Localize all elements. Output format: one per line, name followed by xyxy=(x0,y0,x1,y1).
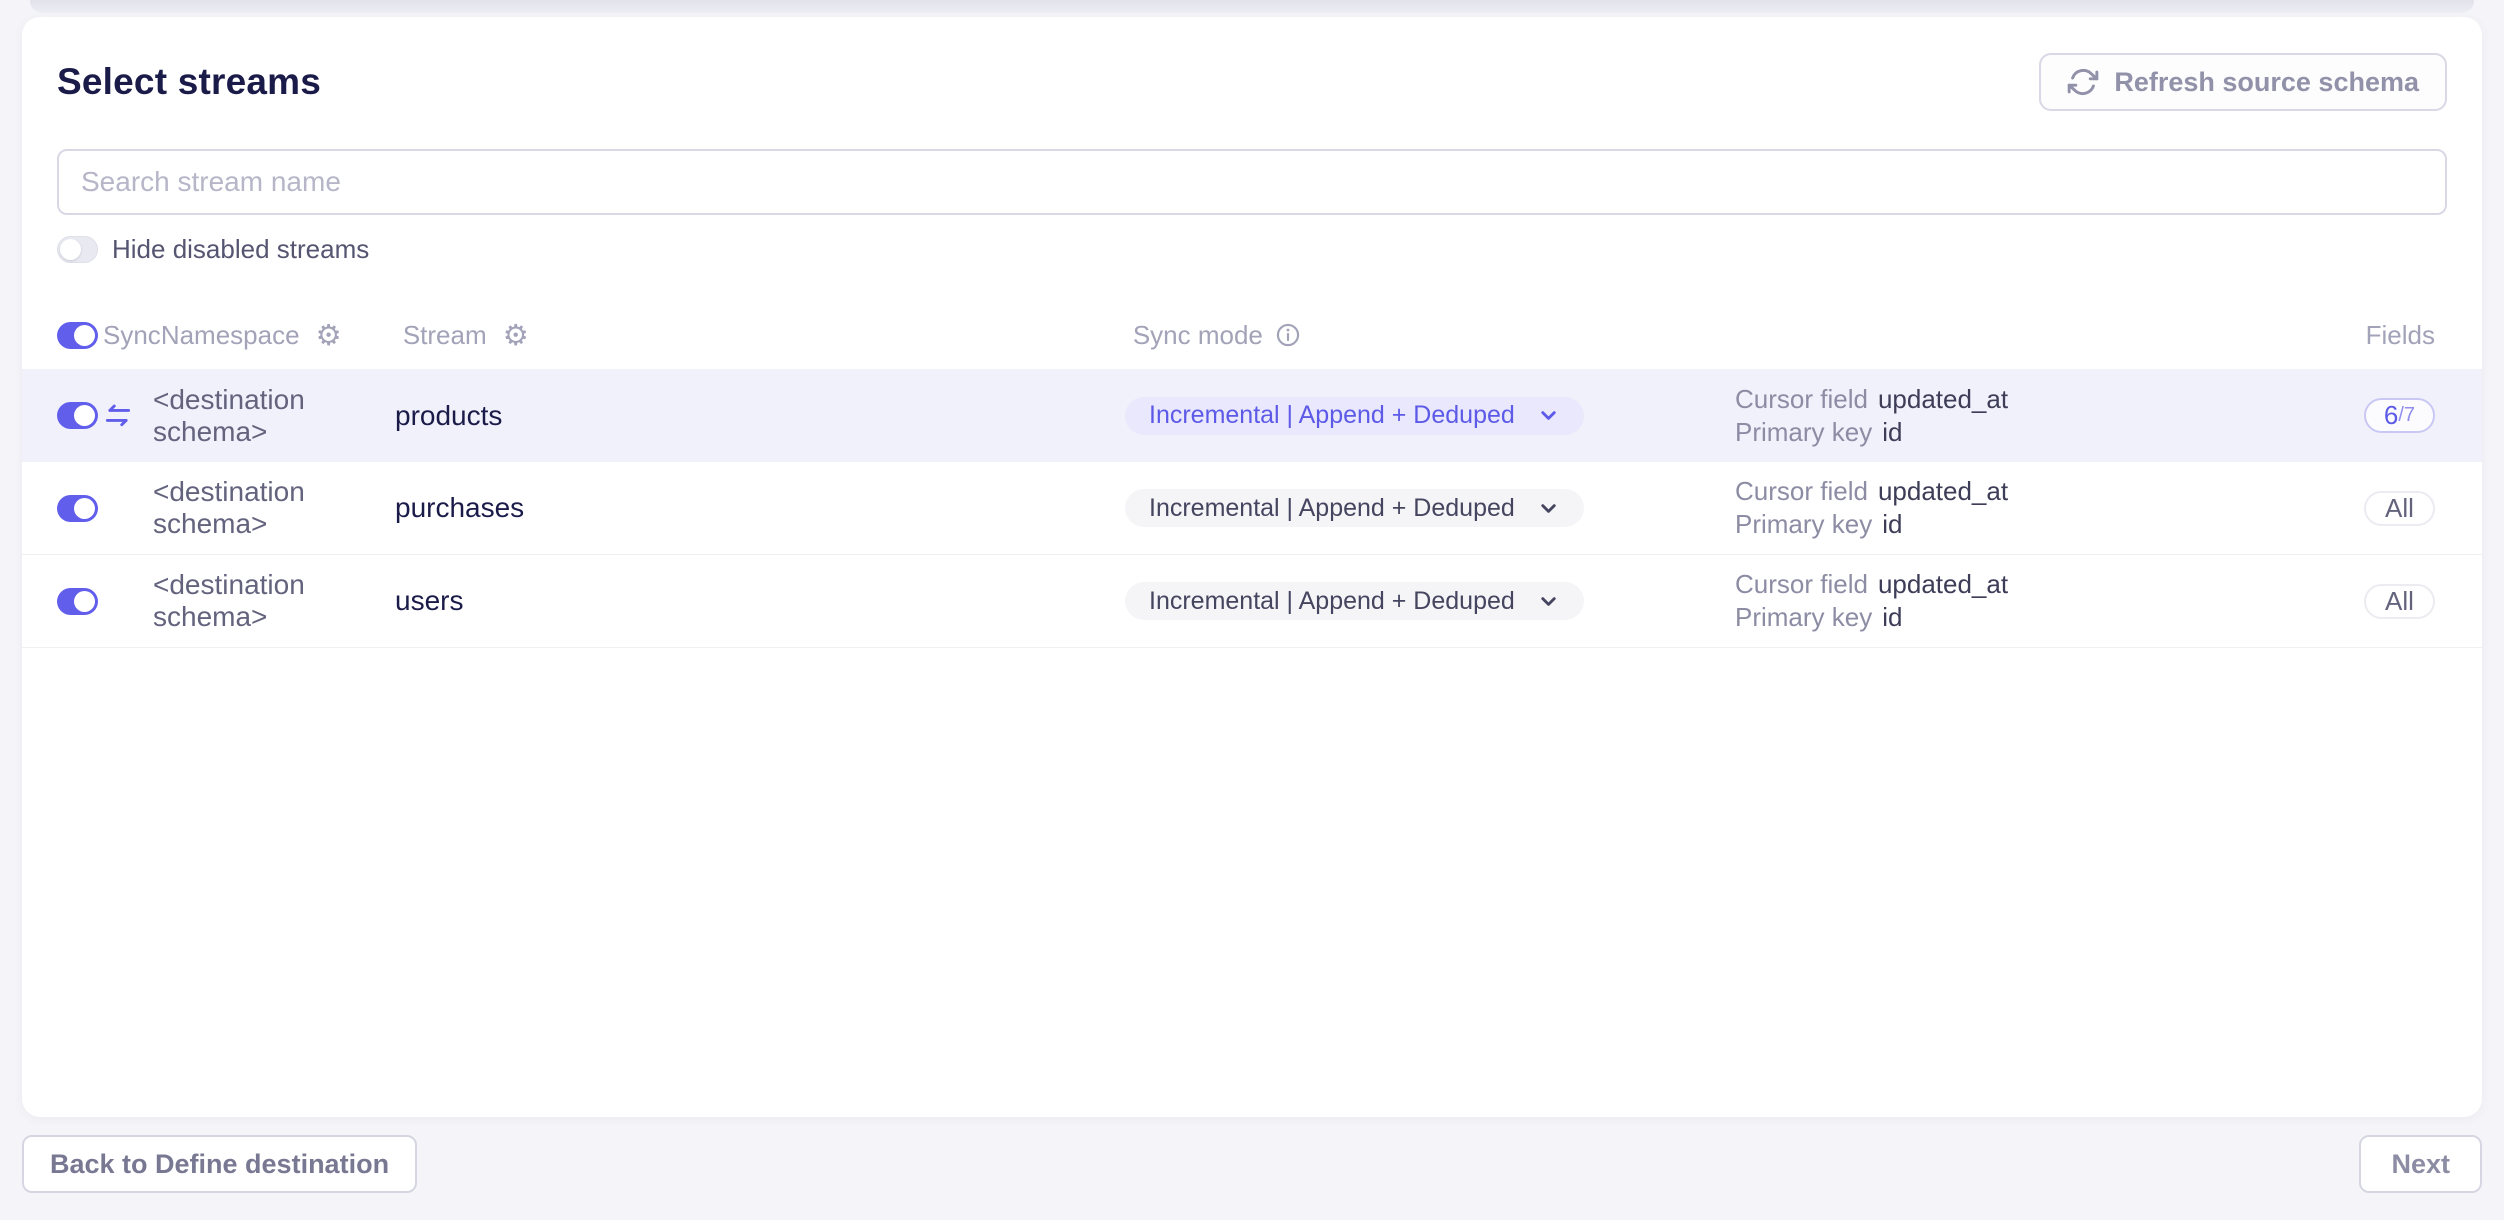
column-header-fields: Fields xyxy=(2366,320,2435,351)
select-streams-panel: Select streams Refresh source schema Hid… xyxy=(22,17,2482,1117)
stream-row-purchases[interactable]: <destination schema> purchases Increment… xyxy=(22,462,2482,555)
cursor-field-value: updated_at xyxy=(1878,569,2008,600)
toggle-knob xyxy=(60,239,81,260)
sync-mode-select[interactable]: Incremental | Append + Deduped xyxy=(1125,397,1584,435)
back-button[interactable]: Back to Define destination xyxy=(22,1135,417,1193)
cursor-field-label: Cursor field xyxy=(1735,476,1868,507)
stream-name: products xyxy=(395,400,502,432)
sync-direction-arrows-icon xyxy=(103,401,133,431)
sync-mode-value: Incremental | Append + Deduped xyxy=(1149,494,1515,523)
toggle-knob xyxy=(74,591,95,612)
hide-disabled-row: Hide disabled streams xyxy=(57,235,2447,263)
stream-sync-toggle[interactable] xyxy=(57,402,98,429)
sync-all-toggle[interactable] xyxy=(57,322,98,349)
sync-mode-value: Incremental | Append + Deduped xyxy=(1149,401,1515,430)
fields-selected-count: All xyxy=(2385,493,2414,524)
sync-mode-select[interactable]: Incremental | Append + Deduped xyxy=(1125,582,1584,620)
fields-selected-count: 6 xyxy=(2384,400,2398,431)
column-header-stream: Stream xyxy=(403,320,487,351)
primary-key-label: Primary key xyxy=(1735,602,1872,633)
primary-key-label: Primary key xyxy=(1735,417,1872,448)
fields-total-count: /7 xyxy=(2398,404,2415,427)
namespace-value: <destination schema> xyxy=(153,476,395,540)
cursor-field-label: Cursor field xyxy=(1735,384,1868,415)
primary-key-value: id xyxy=(1882,602,1902,633)
namespace-value: <destination schema> xyxy=(153,569,395,633)
chevron-down-icon xyxy=(1537,497,1560,520)
page-title: Select streams xyxy=(57,61,321,103)
panel-header: Select streams Refresh source schema xyxy=(57,17,2447,111)
fields-badge[interactable]: All xyxy=(2364,584,2435,619)
info-icon xyxy=(1275,322,1301,348)
stream-row-products[interactable]: <destination schema> products Incrementa… xyxy=(22,369,2482,462)
sync-mode-select[interactable]: Incremental | Append + Deduped xyxy=(1125,489,1584,527)
wizard-footer: Back to Define destination Next xyxy=(22,1135,2482,1193)
chevron-down-icon xyxy=(1537,590,1560,613)
column-header-sync: Sync xyxy=(103,320,161,351)
primary-key-value: id xyxy=(1882,417,1902,448)
stream-row-users[interactable]: <destination schema> users Incremental |… xyxy=(22,555,2482,648)
cursor-field-value: updated_at xyxy=(1878,476,2008,507)
refresh-button-label: Refresh source schema xyxy=(2114,67,2419,98)
toggle-knob xyxy=(74,325,95,346)
sync-mode-value: Incremental | Append + Deduped xyxy=(1149,587,1515,616)
column-header-sync-mode: Sync mode xyxy=(1133,320,1263,351)
fields-badge[interactable]: All xyxy=(2364,491,2435,526)
stream-sync-toggle[interactable] xyxy=(57,495,98,522)
table-header-row: Sync Namespace ⚙ Stream ⚙ Sync mode Fi xyxy=(22,301,2482,369)
previous-step-card-edge xyxy=(30,0,2474,13)
chevron-down-icon xyxy=(1537,404,1560,427)
namespace-settings-gear-icon[interactable]: ⚙ xyxy=(316,321,342,350)
toggle-knob xyxy=(74,498,95,519)
stream-name: purchases xyxy=(395,492,524,524)
streams-table: Sync Namespace ⚙ Stream ⚙ Sync mode Fi xyxy=(22,301,2482,648)
stream-name: users xyxy=(395,585,463,617)
fields-selected-count: All xyxy=(2385,586,2414,617)
stream-settings-gear-icon[interactable]: ⚙ xyxy=(503,321,529,350)
stream-sync-toggle[interactable] xyxy=(57,588,98,615)
toggle-knob xyxy=(74,405,95,426)
hide-disabled-label: Hide disabled streams xyxy=(112,234,369,265)
cursor-field-value: updated_at xyxy=(1878,384,2008,415)
primary-key-label: Primary key xyxy=(1735,509,1872,540)
hide-disabled-toggle[interactable] xyxy=(57,236,98,263)
refresh-icon xyxy=(2067,66,2099,98)
primary-key-value: id xyxy=(1882,509,1902,540)
refresh-source-schema-button[interactable]: Refresh source schema xyxy=(2039,53,2447,111)
cursor-field-label: Cursor field xyxy=(1735,569,1868,600)
fields-badge[interactable]: 6/7 xyxy=(2364,398,2435,433)
next-button[interactable]: Next xyxy=(2359,1135,2482,1193)
search-input[interactable] xyxy=(57,149,2447,215)
namespace-value: <destination schema> xyxy=(153,384,395,448)
column-header-namespace: Namespace xyxy=(161,320,300,351)
